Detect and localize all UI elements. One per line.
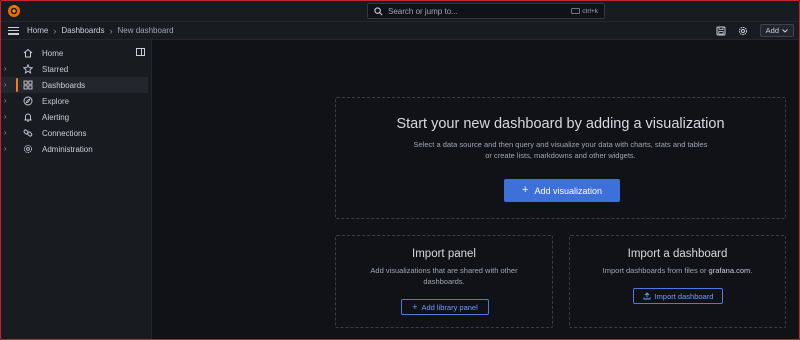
sidebar-item-alerting[interactable]: › Alerting — [0, 109, 148, 125]
hero-title: Start your new dashboard by adding a vis… — [396, 116, 725, 132]
upload-icon — [643, 292, 651, 300]
sidebar-item-label: Starred — [42, 64, 69, 74]
import-dashboard-card: Import a dashboard Import dashboards fro… — [569, 235, 786, 328]
sidebar-item-label: Alerting — [42, 112, 70, 122]
add-visualization-label: Add visualization — [534, 185, 602, 196]
plus-icon: + — [522, 184, 529, 196]
sidebar-item-label: Administration — [42, 144, 93, 154]
import-dashboard-description: Import dashboards from files or grafana.… — [588, 265, 768, 276]
import-panel-description: Add visualizations that are shared with … — [370, 266, 518, 286]
chevron-down-icon — [782, 28, 788, 33]
chevron-right-icon[interactable]: › — [4, 98, 14, 105]
search-placeholder: Search or jump to... — [388, 6, 458, 16]
import-dashboard-button[interactable]: Import dashboard — [633, 288, 723, 304]
breadcrumb-dashboards[interactable]: Dashboards — [61, 26, 104, 35]
keyboard-icon — [571, 8, 581, 14]
sidebar-item-explore[interactable]: › Explore — [0, 93, 148, 109]
nav-menu: Home › Starred › Dashboards › Explore › … — [0, 45, 148, 157]
breadcrumb-bar: Home › Dashboards › New dashboard Add — [0, 22, 800, 40]
add-visualization-card: Start your new dashboard by adding a vis… — [335, 97, 786, 219]
import-panel-title: Import panel — [412, 248, 476, 260]
sidebar-item-dashboards[interactable]: › Dashboards — [0, 77, 148, 93]
chevron-right-icon[interactable]: › — [4, 114, 14, 121]
plus-icon: + — [412, 301, 418, 312]
sidebar: Home › Starred › Dashboards › Explore › … — [0, 40, 152, 340]
home-icon — [23, 48, 33, 58]
breadcrumb-separator-icon: › — [109, 25, 113, 36]
chevron-right-icon[interactable]: › — [4, 146, 14, 153]
search-icon — [374, 6, 383, 15]
sidebar-item-label: Home — [42, 48, 64, 58]
sidebar-item-label: Explore — [42, 96, 70, 106]
menu-toggle-icon[interactable] — [8, 26, 19, 35]
apps-icon — [23, 80, 33, 90]
hero-description: Select a data source and then query and … — [413, 140, 708, 160]
shortcut-label: ctrl+k — [582, 7, 598, 15]
sidebar-item-label: Dashboards — [42, 80, 86, 90]
top-bar: Search or jump to... ctrl+k — [0, 0, 800, 22]
breadcrumb-separator-icon: › — [53, 25, 57, 36]
add-visualization-button[interactable]: + Add visualization — [504, 179, 620, 202]
link-icon — [23, 129, 33, 137]
keyboard-shortcut: ctrl+k — [571, 8, 598, 15]
chevron-right-icon[interactable]: › — [4, 66, 14, 73]
dashboard-toolbar: Add — [716, 24, 794, 37]
chevron-right-icon[interactable]: › — [4, 82, 14, 89]
add-button-label: Add — [765, 26, 779, 35]
bell-icon — [24, 113, 32, 122]
settings-icon[interactable] — [738, 26, 748, 36]
search-input[interactable]: Search or jump to... ctrl+k — [367, 3, 605, 19]
sidebar-item-connections[interactable]: › Connections — [0, 125, 148, 141]
add-library-panel-label: Add library panel — [421, 302, 478, 312]
import-dashboard-label: Import dashboard — [654, 291, 714, 301]
save-icon[interactable] — [716, 26, 726, 36]
grafana-com-link[interactable]: grafana.com — [709, 266, 751, 275]
star-icon — [23, 64, 33, 74]
import-panel-card: Import panel Add visualizations that are… — [335, 235, 553, 328]
compass-icon — [23, 96, 33, 106]
import-dashboard-description-text: Import dashboards from files or — [602, 266, 709, 275]
sidebar-item-administration[interactable]: › Administration — [0, 141, 148, 157]
grafana-logo-icon[interactable] — [7, 4, 21, 18]
sidebar-item-home[interactable]: Home — [0, 45, 148, 61]
chevron-right-icon[interactable]: › — [4, 130, 14, 137]
add-library-panel-button[interactable]: + Add library panel — [401, 299, 489, 315]
breadcrumb-home[interactable]: Home — [27, 26, 48, 35]
import-dashboard-title: Import a dashboard — [627, 248, 728, 260]
breadcrumb-current: New dashboard — [117, 26, 174, 35]
import-dashboard-description-end: . — [750, 266, 753, 275]
sidebar-item-label: Connections — [42, 128, 87, 138]
sidebar-item-starred[interactable]: › Starred — [0, 61, 148, 77]
cog-icon — [23, 144, 33, 154]
add-dropdown-button[interactable]: Add — [759, 24, 794, 37]
